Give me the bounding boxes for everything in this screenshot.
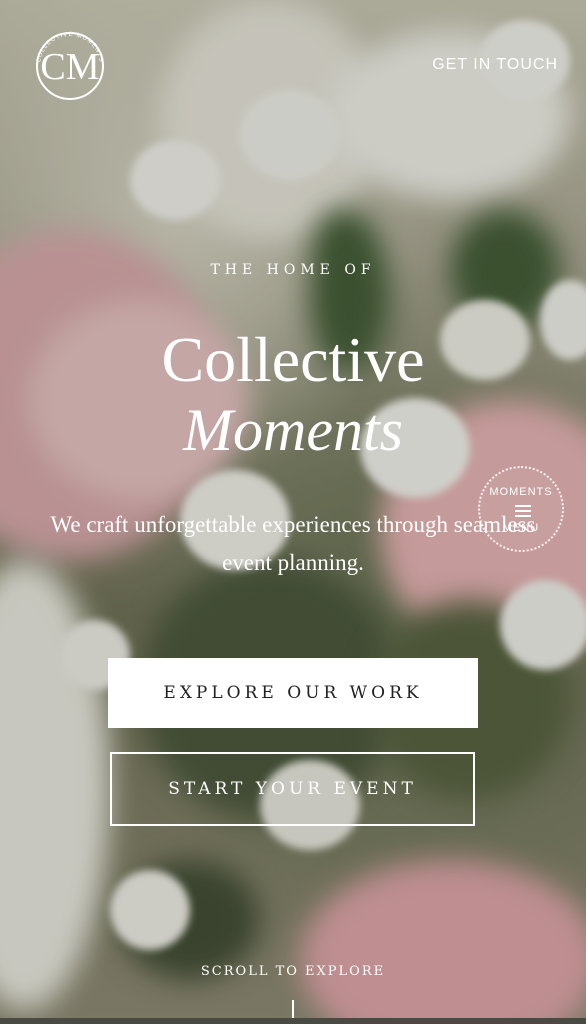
floating-menu-button[interactable]: MOMENTS MENU (478, 466, 564, 552)
hero-tagline: We craft unforgettable experiences throu… (50, 512, 536, 575)
logo-mark-icon: CM COLLECTIVE MOMENTS (36, 32, 104, 100)
start-your-event-button[interactable]: START YOUR EVENT (110, 752, 475, 826)
explore-our-work-button[interactable]: EXPLORE OUR WORK (108, 658, 478, 728)
hamburger-icon (515, 505, 531, 517)
svg-text:CM: CM (40, 46, 99, 88)
bottom-bar (0, 1018, 586, 1024)
menu-top-label: MOMENTS (489, 486, 553, 498)
hero-title-line2: Moments (183, 397, 403, 463)
hero-eyebrow: THE HOME OF (210, 262, 376, 278)
get-in-touch-link[interactable]: GET IN TOUCH (432, 56, 558, 74)
menu-bottom-label: MENU (502, 522, 540, 534)
brand-logo[interactable]: CM COLLECTIVE MOMENTS (28, 24, 112, 108)
scroll-to-explore[interactable]: SCROLL TO EXPLORE (0, 964, 586, 979)
hero-title-line1: Collective (161, 324, 425, 395)
scroll-indicator-icon (292, 1000, 294, 1020)
